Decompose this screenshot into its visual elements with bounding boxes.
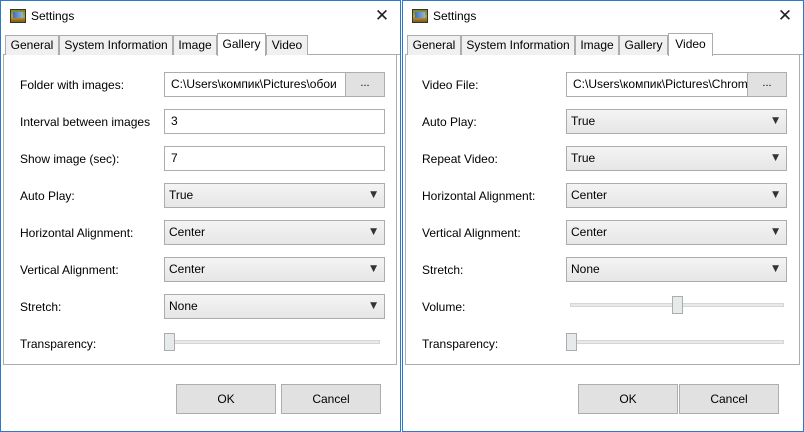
auto-play-label: Auto Play: <box>20 189 75 203</box>
transparency-slider-track[interactable] <box>164 340 380 344</box>
cancel-button[interactable]: Cancel <box>281 384 381 414</box>
browse-video-button[interactable]: ... <box>747 72 787 97</box>
tab-video[interactable]: Video <box>266 35 308 55</box>
tab-system-information[interactable]: System Information <box>59 35 173 55</box>
title-bar[interactable]: Settings ✕ <box>1 1 400 31</box>
vertical-alignment-select[interactable]: Center ▼ <box>566 220 787 245</box>
tab-general[interactable]: General <box>407 35 461 55</box>
repeat-video-select[interactable]: True ▼ <box>566 146 787 171</box>
tab-gallery[interactable]: Gallery <box>619 35 668 55</box>
dialog-footer: OK Cancel <box>403 366 803 431</box>
show-image-label: Show image (sec): <box>20 152 120 166</box>
folder-path-input[interactable]: C:\Users\компик\Pictures\обои <box>164 72 348 97</box>
chevron-down-icon: ▼ <box>370 264 377 274</box>
gallery-settings-panel: Folder with images: C:\Users\компик\Pict… <box>3 55 397 365</box>
vertical-alignment-label: Vertical Alignment: <box>422 226 521 240</box>
browse-folder-button[interactable]: ... <box>345 72 385 97</box>
ok-button[interactable]: OK <box>176 384 276 414</box>
stretch-value: None <box>169 299 198 313</box>
window-title: Settings <box>31 9 75 23</box>
interval-input[interactable]: 3 <box>164 109 385 134</box>
auto-play-value: True <box>169 188 194 202</box>
video-settings-panel: Video File: C:\Users\компик\Pictures\Chr… <box>405 55 800 365</box>
tab-system-information[interactable]: System Information <box>461 35 575 55</box>
close-icon[interactable]: ✕ <box>370 4 394 28</box>
show-image-input[interactable]: 7 <box>164 146 385 171</box>
horizontal-alignment-label: Horizontal Alignment: <box>20 226 134 240</box>
tab-image[interactable]: Image <box>173 35 217 55</box>
stretch-select[interactable]: None ▼ <box>164 294 385 319</box>
chevron-down-icon: ▼ <box>772 190 779 200</box>
tab-video[interactable]: Video <box>668 33 713 56</box>
settings-window-gallery: Settings ✕ General System Information Im… <box>0 0 401 432</box>
auto-play-label: Auto Play: <box>422 115 477 129</box>
chevron-down-icon: ▼ <box>772 116 779 126</box>
repeat-video-label: Repeat Video: <box>422 152 498 166</box>
transparency-slider-track[interactable] <box>566 340 784 344</box>
window-title: Settings <box>433 9 477 23</box>
settings-window-video: Settings ✕ General System Information Im… <box>402 0 804 432</box>
ok-button[interactable]: OK <box>578 384 678 414</box>
horizontal-alignment-label: Horizontal Alignment: <box>422 189 536 203</box>
chevron-down-icon: ▼ <box>772 153 779 163</box>
folder-label: Folder with images: <box>20 78 125 92</box>
video-file-label: Video File: <box>422 78 479 92</box>
tab-general[interactable]: General <box>5 35 59 55</box>
stretch-select[interactable]: None ▼ <box>566 257 787 282</box>
tab-bar: General System Information Image Gallery… <box>3 33 400 56</box>
tab-image[interactable]: Image <box>575 35 619 55</box>
chevron-down-icon: ▼ <box>370 301 377 311</box>
tab-bar: General System Information Image Gallery… <box>405 33 803 56</box>
horizontal-alignment-value: Center <box>571 188 608 202</box>
vertical-alignment-value: Center <box>571 225 608 239</box>
chevron-down-icon: ▼ <box>370 190 377 200</box>
volume-label: Volume: <box>422 300 466 314</box>
horizontal-alignment-value: Center <box>169 225 206 239</box>
chevron-down-icon: ▼ <box>772 264 779 274</box>
close-icon[interactable]: ✕ <box>773 4 797 28</box>
vertical-alignment-value: Center <box>169 262 206 276</box>
stretch-label: Stretch: <box>422 263 464 277</box>
horizontal-alignment-select[interactable]: Center ▼ <box>566 183 787 208</box>
settings-app-icon <box>412 9 428 23</box>
chevron-down-icon: ▼ <box>370 227 377 237</box>
transparency-label: Transparency: <box>20 337 97 351</box>
stretch-label: Stretch: <box>20 300 62 314</box>
video-file-input[interactable]: C:\Users\компик\Pictures\Chrom <box>566 72 748 97</box>
title-bar[interactable]: Settings ✕ <box>403 1 803 31</box>
dialog-footer: OK Cancel <box>1 366 400 431</box>
tab-gallery[interactable]: Gallery <box>217 33 266 56</box>
auto-play-select[interactable]: True ▼ <box>164 183 385 208</box>
auto-play-select[interactable]: True ▼ <box>566 109 787 134</box>
chevron-down-icon: ▼ <box>772 227 779 237</box>
horizontal-alignment-select[interactable]: Center ▼ <box>164 220 385 245</box>
auto-play-value: True <box>571 114 596 128</box>
cancel-button[interactable]: Cancel <box>679 384 779 414</box>
stretch-value: None <box>571 262 600 276</box>
transparency-slider-thumb[interactable] <box>164 333 175 351</box>
interval-label: Interval between images <box>20 115 151 129</box>
settings-app-icon <box>10 9 26 23</box>
volume-slider-thumb[interactable] <box>671 296 683 314</box>
transparency-label: Transparency: <box>422 337 499 351</box>
vertical-alignment-select[interactable]: Center ▼ <box>164 257 385 282</box>
vertical-alignment-label: Vertical Alignment: <box>20 263 119 277</box>
transparency-slider-thumb[interactable] <box>566 333 577 351</box>
repeat-video-value: True <box>571 151 596 165</box>
